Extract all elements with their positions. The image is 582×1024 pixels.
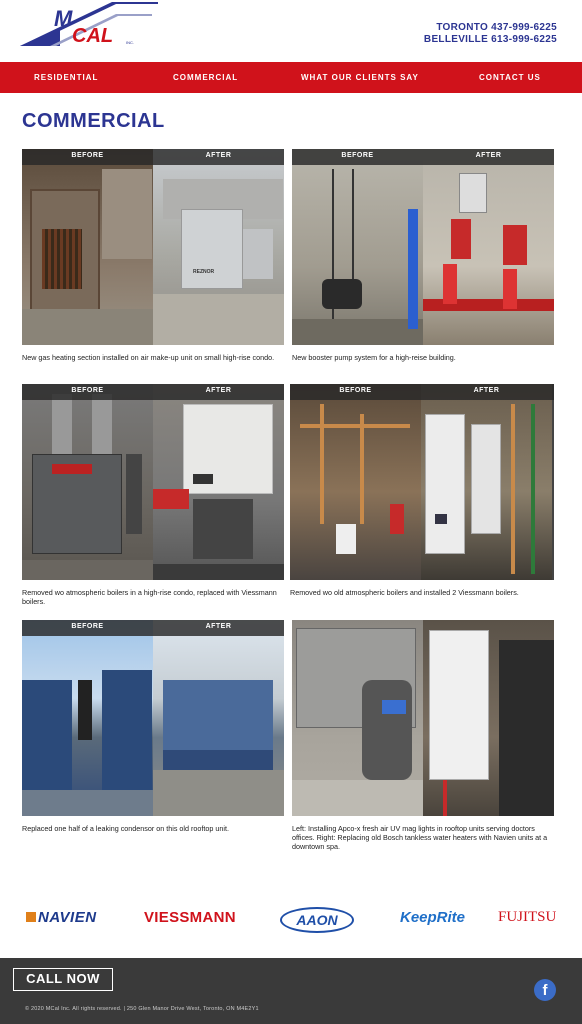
copyright-text: © 2020 MCal Inc. All rights reserved. | …: [25, 1006, 259, 1012]
after-image: [421, 384, 552, 580]
call-now-button[interactable]: CALL NOW: [13, 968, 113, 991]
project-card: BEFORE AFTER Replaced one half of a leak…: [22, 620, 284, 833]
before-after-photo[interactable]: BEFORE AFTER: [22, 620, 284, 816]
before-after-photo[interactable]: REZNOR BEFORE AFTER: [22, 149, 284, 345]
after-label: AFTER: [205, 387, 232, 394]
before-label: BEFORE: [71, 152, 104, 159]
project-caption: New gas heating section installed on air…: [22, 353, 275, 362]
phone-numbers: TORONTO 437-999-6225 BELLEVILLE 613-999-…: [424, 22, 557, 46]
before-after-bar: BEFORE AFTER: [22, 620, 284, 636]
mcal-logo[interactable]: M CAL INC.: [20, 2, 158, 48]
page-title: COMMERCIAL: [22, 110, 165, 132]
before-after-bar: BEFORE AFTER: [292, 149, 554, 165]
after-label: AFTER: [473, 387, 500, 394]
brand-navien: NAVIEN: [26, 909, 97, 926]
project-caption: Removed wo old atmospheric boilers and i…: [290, 588, 519, 597]
navien-mark-icon: [26, 912, 36, 922]
after-label: AFTER: [205, 152, 232, 159]
nav-residential[interactable]: RESIDENTIAL: [34, 73, 98, 82]
before-after-bar: BEFORE AFTER: [22, 149, 284, 165]
nav-commercial[interactable]: COMMERCIAL: [173, 73, 238, 82]
before-image: [22, 620, 153, 816]
before-after-bar: BEFORE AFTER: [290, 384, 554, 400]
svg-text:M: M: [54, 6, 73, 31]
brand-aaon: AAON: [280, 907, 354, 933]
before-image: [22, 384, 153, 580]
nav-contact-us[interactable]: CONTACT US: [479, 73, 541, 82]
phone-toronto[interactable]: TORONTO 437-999-6225: [424, 22, 557, 34]
left-image: [292, 620, 423, 816]
before-image: [292, 149, 423, 345]
after-label: AFTER: [475, 152, 502, 159]
project-caption: Left: Installing Apco-x fresh air UV mag…: [292, 824, 548, 851]
project-caption: Replaced one half of a leaking condensor…: [22, 824, 229, 833]
before-after-photo[interactable]: BEFORE AFTER: [292, 149, 554, 345]
before-label: BEFORE: [71, 623, 104, 630]
nav-clients-say[interactable]: WHAT OUR CLIENTS SAY: [301, 73, 419, 82]
project-card: Left: Installing Apco-x fresh air UV mag…: [292, 620, 554, 851]
phone-belleville[interactable]: BELLEVILLE 613-999-6225: [424, 34, 557, 46]
main-nav: RESIDENTIAL COMMERCIAL WHAT OUR CLIENTS …: [0, 62, 582, 93]
after-image: [423, 149, 554, 345]
project-card: BEFORE AFTER Removed wo old atmospheric …: [290, 384, 554, 597]
before-image: [290, 384, 421, 580]
brand-fujitsu: FUJITSU: [498, 909, 557, 925]
after-image: REZNOR: [153, 149, 284, 345]
project-card: BEFORE AFTER New booster pump system for…: [292, 149, 554, 362]
before-label: BEFORE: [71, 387, 104, 394]
before-after-bar: BEFORE AFTER: [22, 384, 284, 400]
project-card: REZNOR BEFORE AFTER New gas heating sect…: [22, 149, 284, 362]
before-image: [22, 149, 153, 345]
project-photo[interactable]: [292, 620, 554, 816]
facebook-icon[interactable]: f: [534, 979, 556, 1001]
svg-text:INC.: INC.: [126, 40, 134, 45]
project-card: BEFORE AFTER Removed wo atmospheric boil…: [22, 384, 284, 606]
brand-viessmann: VIESSMANN: [144, 909, 236, 926]
before-label: BEFORE: [341, 152, 374, 159]
brand-keeprite: KeepRite: [400, 909, 466, 926]
right-image: [423, 620, 554, 816]
before-label: BEFORE: [339, 387, 372, 394]
project-caption: Removed wo atmospheric boilers in a high…: [22, 588, 277, 606]
unit-brand-label: REZNOR: [193, 269, 215, 275]
project-caption: New booster pump system for a high-reise…: [292, 353, 456, 362]
site-footer: CALL NOW f © 2020 MCal Inc. All rights r…: [0, 958, 582, 1024]
after-image: [153, 384, 284, 580]
before-after-photo[interactable]: BEFORE AFTER: [22, 384, 284, 580]
after-image: [153, 620, 284, 816]
before-after-photo[interactable]: BEFORE AFTER: [290, 384, 554, 580]
after-label: AFTER: [205, 623, 232, 630]
svg-text:CAL: CAL: [72, 25, 113, 47]
site-header: M CAL INC. TORONTO 437-999-6225 BELLEVIL…: [0, 0, 582, 62]
